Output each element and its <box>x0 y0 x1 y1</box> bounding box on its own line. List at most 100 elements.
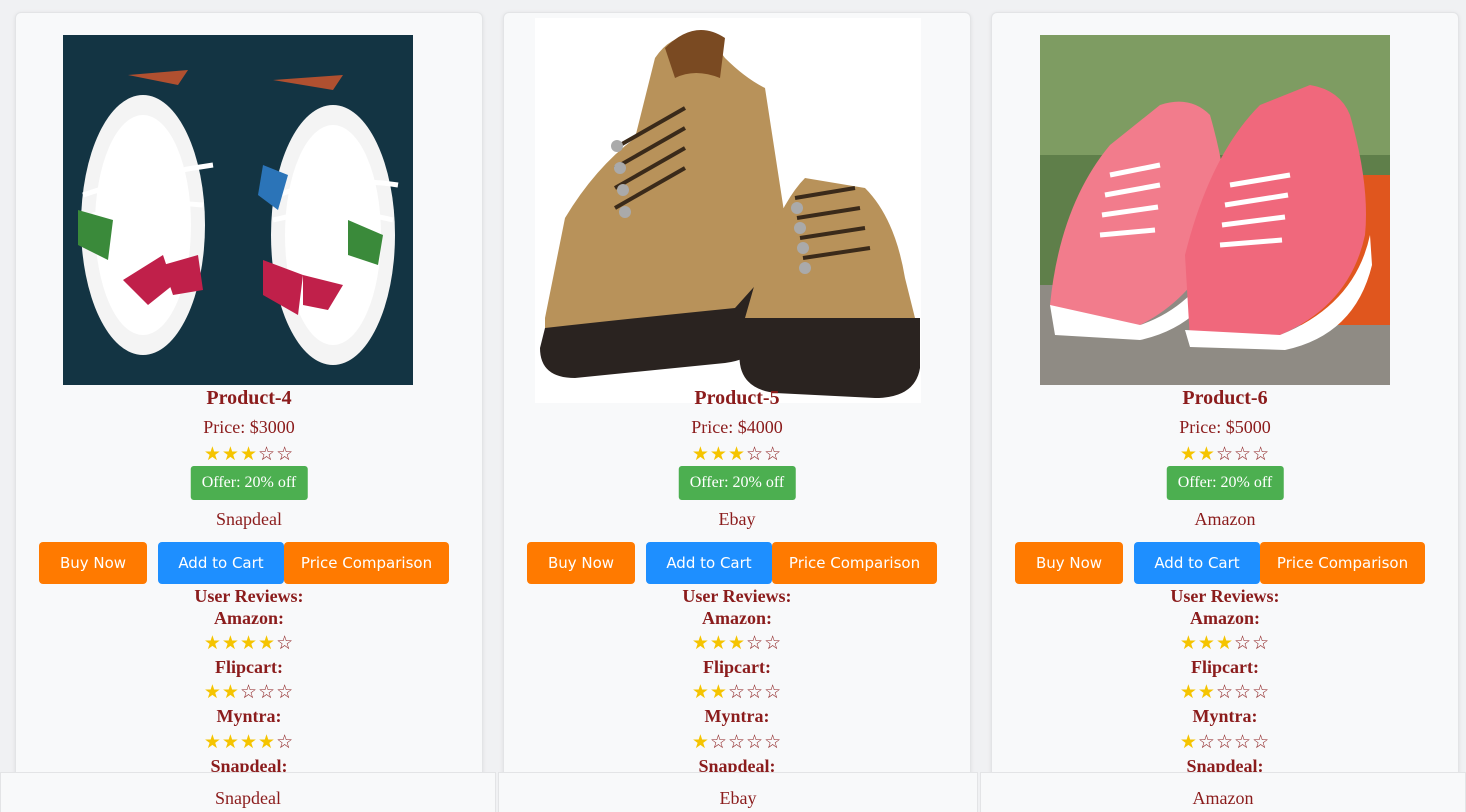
review-source-flipcart: Flipcart: <box>215 657 283 677</box>
star-filled-icon: ★ <box>1179 633 1198 654</box>
star-empty-icon: ☆ <box>764 732 783 753</box>
user-reviews-heading: User Reviews: <box>1170 586 1280 606</box>
star-empty-icon: ☆ <box>727 732 747 753</box>
review-source-amazon: Amazon: <box>214 608 284 628</box>
star-filled-icon: ★ <box>727 633 747 654</box>
star-filled-icon: ★ <box>709 444 728 465</box>
product-image[interactable] <box>63 35 413 385</box>
star-filled-icon: ★ <box>203 633 222 654</box>
star-filled-icon: ★ <box>221 732 240 753</box>
product-card: Product-5 Price: $4000 ★★★☆☆ Offer: 20% … <box>503 12 971 812</box>
review-source-flipcart: Flipcart: <box>703 657 771 677</box>
star-empty-icon: ☆ <box>258 682 277 703</box>
star-empty-icon: ☆ <box>1215 732 1235 753</box>
star-empty-icon: ☆ <box>258 444 277 465</box>
star-filled-icon: ★ <box>1197 444 1216 465</box>
offer-badge: Offer: 20% off <box>1166 466 1284 500</box>
star-empty-icon: ☆ <box>1234 732 1253 753</box>
star-filled-icon: ★ <box>1179 732 1198 753</box>
user-reviews-heading: User Reviews: <box>682 586 792 606</box>
star-empty-icon: ☆ <box>1215 682 1235 703</box>
buy-now-button[interactable]: Buy Now <box>1015 542 1123 584</box>
star-filled-icon: ★ <box>691 682 710 703</box>
product-card: Product-4 Price: $3000 ★★★☆☆ Offer: 20% … <box>15 12 483 812</box>
star-filled-icon: ★ <box>258 633 277 654</box>
star-filled-icon: ★ <box>203 732 222 753</box>
review-source-myntra: Myntra: <box>1192 706 1258 726</box>
star-empty-icon: ☆ <box>1252 633 1271 654</box>
star-filled-icon: ★ <box>203 682 222 703</box>
star-empty-icon: ☆ <box>1197 732 1216 753</box>
star-filled-icon: ★ <box>203 444 222 465</box>
star-filled-icon: ★ <box>1215 633 1235 654</box>
buy-now-button[interactable]: Buy Now <box>39 542 147 584</box>
star-filled-icon: ★ <box>691 444 710 465</box>
review-rating-flipcart: ★★☆☆☆ <box>992 683 1458 703</box>
review-rating-myntra: ★★★★☆ <box>16 733 482 753</box>
star-filled-icon: ★ <box>1179 444 1198 465</box>
price-comparison-button[interactable]: Price Comparison <box>284 542 449 584</box>
product-rating: ★★★☆☆ <box>504 445 970 465</box>
product-image[interactable] <box>535 18 921 403</box>
add-to-cart-button[interactable]: Add to Cart <box>646 542 772 584</box>
star-empty-icon: ☆ <box>1234 444 1253 465</box>
star-empty-icon: ☆ <box>764 682 783 703</box>
price-comparison-button[interactable]: Price Comparison <box>1260 542 1425 584</box>
star-filled-icon: ★ <box>709 682 728 703</box>
star-empty-icon: ☆ <box>746 732 765 753</box>
review-rating-amazon: ★★★☆☆ <box>504 634 970 654</box>
review-rating-flipcart: ★★☆☆☆ <box>16 683 482 703</box>
user-reviews-heading: User Reviews: <box>194 586 304 606</box>
star-empty-icon: ☆ <box>276 633 295 654</box>
review-rating-myntra: ★☆☆☆☆ <box>992 733 1458 753</box>
next-card-footer: Snapdeal <box>0 772 496 812</box>
star-filled-icon: ★ <box>239 732 259 753</box>
store-name: Amazon <box>1192 788 1254 808</box>
star-empty-icon: ☆ <box>764 444 783 465</box>
review-rating-myntra: ★☆☆☆☆ <box>504 733 970 753</box>
star-empty-icon: ☆ <box>1252 682 1271 703</box>
next-card-footer: Ebay <box>498 772 978 812</box>
star-empty-icon: ☆ <box>746 633 765 654</box>
product-rating: ★★☆☆☆ <box>992 445 1458 465</box>
review-source-myntra: Myntra: <box>216 706 282 726</box>
star-empty-icon: ☆ <box>276 682 295 703</box>
store-name: Snapdeal <box>216 509 282 529</box>
store-name: Ebay <box>719 788 757 808</box>
price-comparison-button[interactable]: Price Comparison <box>772 542 937 584</box>
star-filled-icon: ★ <box>221 633 240 654</box>
star-empty-icon: ☆ <box>1234 682 1253 703</box>
product-title: Product-4 <box>206 387 292 409</box>
review-source-flipcart: Flipcart: <box>1191 657 1259 677</box>
product-image[interactable] <box>1040 35 1390 385</box>
next-card-footer: Amazon <box>980 772 1466 812</box>
star-filled-icon: ★ <box>1197 633 1216 654</box>
buy-now-button[interactable]: Buy Now <box>527 542 635 584</box>
star-filled-icon: ★ <box>1179 682 1198 703</box>
star-filled-icon: ★ <box>709 633 728 654</box>
star-empty-icon: ☆ <box>1215 444 1235 465</box>
product-rating: ★★★☆☆ <box>16 445 482 465</box>
star-filled-icon: ★ <box>691 633 710 654</box>
product-title: Product-6 <box>1182 387 1268 409</box>
add-to-cart-button[interactable]: Add to Cart <box>158 542 284 584</box>
star-filled-icon: ★ <box>258 732 277 753</box>
product-price: Price: $4000 <box>691 417 783 437</box>
review-source-amazon: Amazon: <box>702 608 772 628</box>
add-to-cart-button[interactable]: Add to Cart <box>1134 542 1260 584</box>
star-empty-icon: ☆ <box>239 682 259 703</box>
offer-badge: Offer: 20% off <box>678 466 796 500</box>
star-filled-icon: ★ <box>221 682 240 703</box>
star-empty-icon: ☆ <box>276 732 295 753</box>
star-empty-icon: ☆ <box>746 682 765 703</box>
product-price: Price: $3000 <box>203 417 295 437</box>
star-empty-icon: ☆ <box>276 444 295 465</box>
star-filled-icon: ★ <box>1197 682 1216 703</box>
review-rating-amazon: ★★★★☆ <box>16 634 482 654</box>
star-empty-icon: ☆ <box>1252 732 1271 753</box>
star-empty-icon: ☆ <box>1234 633 1253 654</box>
star-empty-icon: ☆ <box>746 444 765 465</box>
review-rating-amazon: ★★★☆☆ <box>992 634 1458 654</box>
store-name: Ebay <box>718 509 756 529</box>
star-filled-icon: ★ <box>691 732 710 753</box>
